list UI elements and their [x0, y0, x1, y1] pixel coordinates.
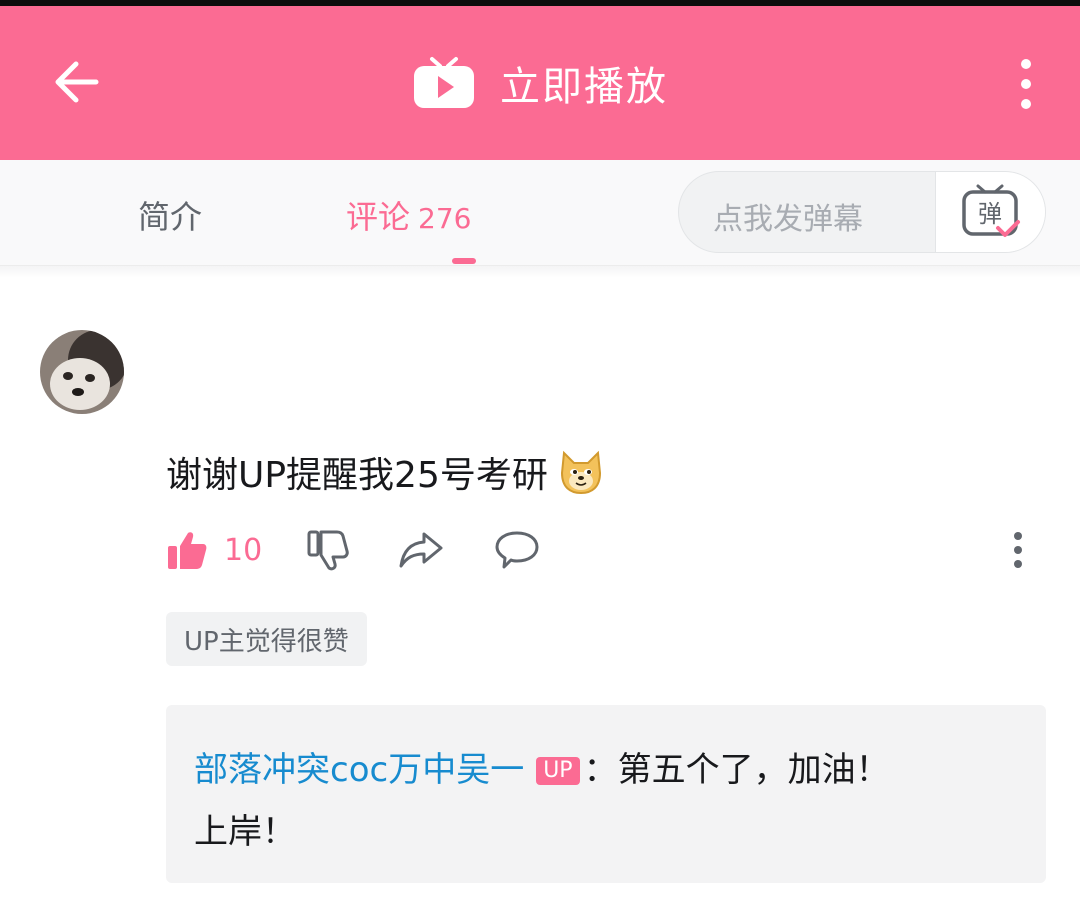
thumbs-down-icon — [307, 530, 349, 571]
chat-bubble-icon — [495, 531, 539, 569]
tab-intro[interactable]: 简介 — [138, 192, 202, 238]
send-danmaku-button[interactable]: 弹 — [935, 172, 1045, 252]
doge-emoji-icon — [560, 450, 601, 495]
dislike-button[interactable] — [306, 524, 350, 576]
page-title: 立即播放 — [500, 64, 668, 110]
avatar[interactable] — [40, 330, 124, 414]
share-button[interactable] — [398, 524, 444, 576]
reply-preview[interactable]: 部落冲突coc万中吴一 UP ：第五个了，加油！ 上岸！ — [166, 705, 1046, 883]
dog-avatar-icon — [40, 330, 124, 414]
divider — [0, 266, 1080, 278]
danmaku-placeholder: 点我发弹幕 — [713, 202, 863, 237]
tab-comments[interactable]: 评论 276 — [346, 192, 471, 238]
more-vertical-icon — [1014, 532, 1022, 568]
reply-button[interactable] — [494, 524, 540, 576]
tab-bar: 简介 评论 276 点我发弹幕 弹 — [0, 160, 1080, 266]
svg-text:弹: 弹 — [978, 200, 1002, 228]
reply-author[interactable]: 部落冲突coc万中吴一 — [194, 750, 524, 790]
top-app-bar: 立即播放 — [0, 6, 1080, 160]
tab-comments-count: 276 — [418, 202, 472, 235]
reply-separator: ： — [583, 750, 618, 790]
danmaku-input[interactable]: 点我发弹幕 弹 — [678, 171, 1046, 253]
danmaku-tv-icon: 弹 — [962, 184, 1020, 237]
more-vertical-icon[interactable] — [1004, 54, 1048, 114]
active-tab-indicator — [452, 258, 476, 264]
tab-comments-label: 评论 — [346, 198, 411, 236]
like-count: 10 — [224, 532, 263, 568]
thumbs-up-icon — [168, 532, 207, 569]
back-arrow-icon[interactable] — [48, 52, 108, 112]
up-badge: UP — [536, 757, 580, 785]
title-group[interactable]: 立即播放 — [0, 6, 1080, 160]
reply-line-2: 上岸！ — [194, 812, 296, 852]
tv-play-icon — [414, 57, 474, 108]
comment-body: 谢谢UP提醒我25号考研 — [166, 446, 606, 498]
up-liked-tag: UP主觉得很赞 — [166, 612, 367, 666]
share-arrow-icon — [399, 532, 443, 568]
comment-text: 谢谢UP提醒我25号考研 — [166, 455, 548, 496]
comment-actions: 10 — [166, 524, 1046, 576]
reply-line-1: 部落冲突coc万中吴一 UP ：第五个了，加油！ — [194, 739, 1018, 801]
like-button[interactable]: 10 — [166, 524, 262, 576]
comment-more-button[interactable] — [1006, 524, 1030, 576]
reply-text-1: 第五个了，加油！ — [617, 750, 890, 790]
